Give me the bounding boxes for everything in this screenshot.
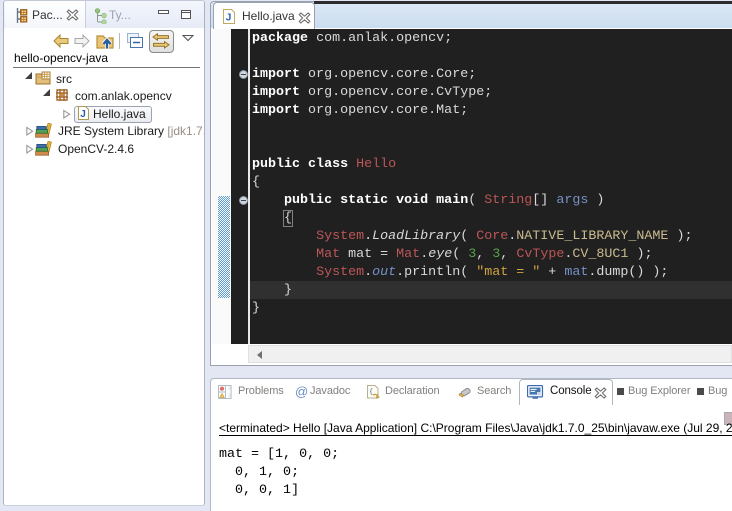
svg-text:J: J bbox=[80, 109, 86, 120]
svg-text:J: J bbox=[226, 13, 232, 24]
